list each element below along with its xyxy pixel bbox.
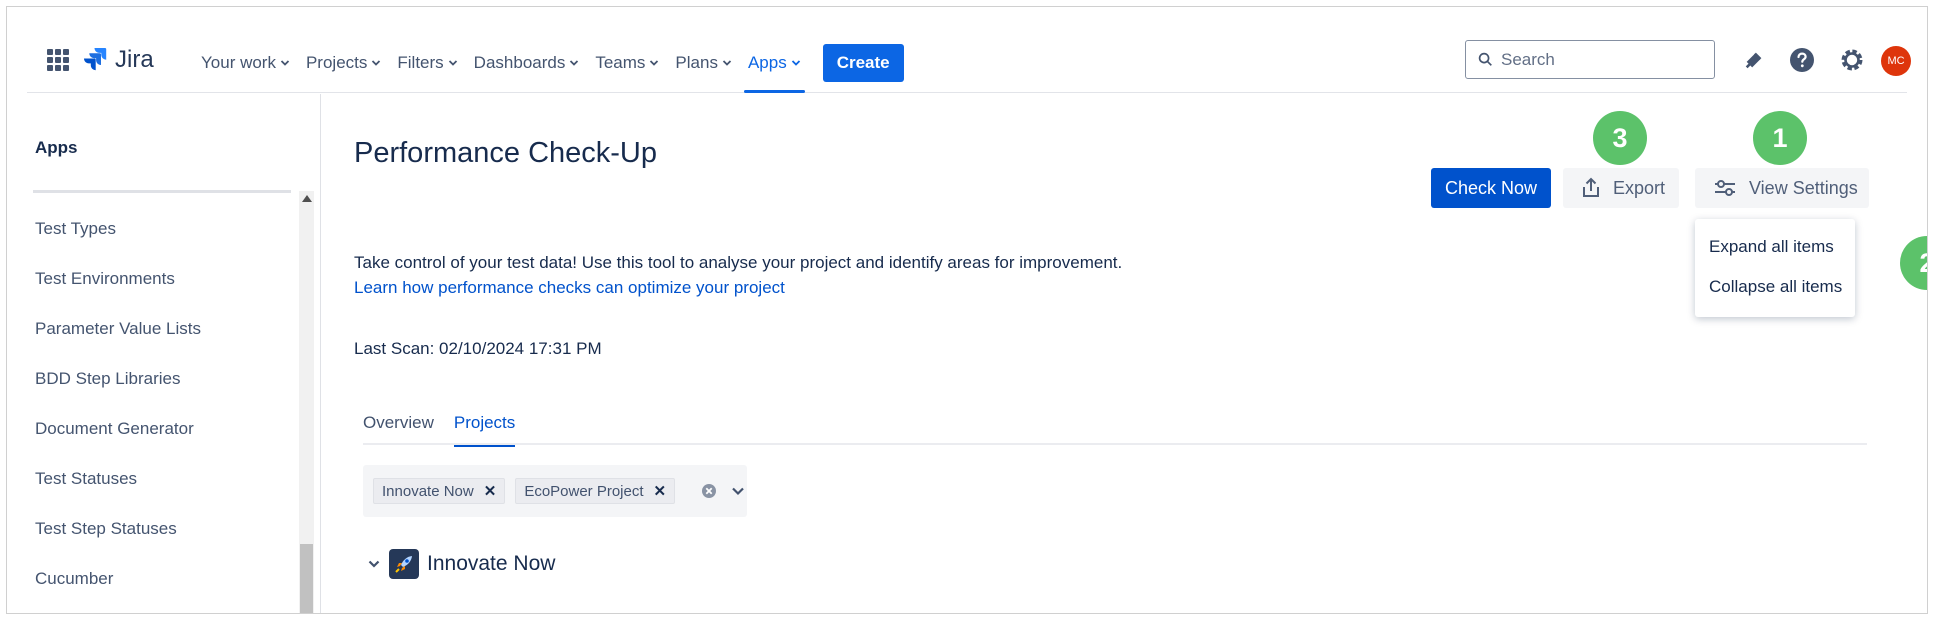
project-name: Innovate Now	[427, 552, 556, 575]
project-avatar	[389, 549, 419, 579]
learn-more-link[interactable]: Learn how performance checks can optimiz…	[354, 275, 1122, 300]
export-label: Export	[1613, 177, 1666, 198]
nav-dashboards[interactable]: Dashboards	[466, 43, 588, 83]
sidebar: Apps Test Types Test Environments Parame…	[21, 94, 321, 613]
callout-badge-1: 1	[1753, 111, 1807, 165]
sidebar-list: Test Types Test Environments Parameter V…	[21, 204, 301, 604]
nav-projects[interactable]: Projects	[298, 43, 389, 83]
logo-text: Jira	[115, 46, 154, 73]
chevron-down-icon	[280, 60, 290, 66]
chevron-down-icon	[722, 60, 732, 66]
divider	[33, 190, 291, 193]
chevron-down-icon	[791, 60, 800, 66]
project-group-header[interactable]: Innovate Now	[367, 547, 555, 581]
nav-label: Your work	[201, 53, 276, 72]
sidebar-item-document-generator[interactable]: Document Generator	[21, 404, 301, 454]
top-navigation: Jira Your work Projects Filters Dashboar…	[27, 7, 1911, 93]
description: Take control of your test data! Use this…	[354, 250, 1122, 300]
view-settings-label: View Settings	[1749, 177, 1858, 198]
sidebar-item-test-types[interactable]: Test Types	[21, 204, 301, 254]
chevron-down-icon	[570, 60, 579, 66]
chevron-down-icon	[448, 60, 457, 66]
jira-logo-icon	[84, 48, 107, 71]
sidebar-item-cucumber[interactable]: Cucumber	[21, 554, 301, 604]
notifications-icon[interactable]	[1741, 47, 1767, 73]
nav-label: Teams	[595, 53, 646, 72]
sidebar-title: Apps	[35, 138, 78, 157]
tab-overview[interactable]: Overview	[363, 407, 434, 445]
avatar[interactable]: MC	[1881, 46, 1911, 76]
primary-nav: Your work Projects Filters Dashboards Te…	[193, 43, 904, 93]
sliders-icon	[1715, 180, 1735, 196]
menu-item-expand-all[interactable]: Expand all items	[1695, 227, 1855, 267]
share-export-icon	[1583, 177, 1599, 197]
project-chip: EcoPower Project ✕	[515, 478, 676, 504]
export-button[interactable]: Export	[1563, 168, 1679, 208]
menu-item-collapse-all[interactable]: Collapse all items	[1695, 267, 1855, 307]
last-scan-text: Last Scan: 02/10/2024 17:31 PM	[354, 339, 602, 358]
search-icon	[1478, 52, 1492, 66]
jira-logo[interactable]: Jira	[83, 45, 154, 75]
app-switcher-icon[interactable]	[47, 49, 69, 71]
chevron-down-icon	[650, 60, 659, 66]
rocket-icon	[395, 556, 412, 573]
sidebar-item-bdd-step-libraries[interactable]: BDD Step Libraries	[21, 354, 301, 404]
callout-badge-3: 3	[1593, 111, 1647, 165]
gear-icon	[1841, 49, 1863, 71]
nav-label: Plans	[675, 53, 718, 72]
nav-apps[interactable]: Apps	[740, 43, 809, 93]
view-settings-button[interactable]: View Settings	[1695, 168, 1869, 208]
app-window: Jira Your work Projects Filters Dashboar…	[6, 6, 1928, 614]
remove-chip-icon[interactable]: ✕	[654, 484, 667, 499]
question-icon	[1790, 48, 1814, 72]
chevron-down-icon[interactable]	[731, 484, 745, 498]
chevron-down-icon	[372, 60, 381, 66]
help-icon[interactable]	[1789, 47, 1815, 73]
check-now-button[interactable]: Check Now	[1431, 168, 1551, 208]
description-text: Take control of your test data! Use this…	[354, 253, 1123, 272]
view-settings-menu: Expand all items Collapse all items	[1695, 219, 1855, 317]
sidebar-item-test-step-statuses[interactable]: Test Step Statuses	[21, 504, 301, 554]
callout-badge-2: 2	[1900, 236, 1927, 290]
nav-label: Projects	[305, 53, 368, 72]
scroll-up-arrow-icon[interactable]	[302, 195, 312, 202]
chevron-down-icon[interactable]	[367, 557, 381, 571]
create-button[interactable]: Create	[822, 44, 904, 82]
sidebar-scrollbar[interactable]	[299, 191, 314, 613]
settings-icon[interactable]	[1839, 47, 1865, 73]
nav-label: Dashboards	[473, 53, 566, 72]
tab-bar: Overview Projects	[363, 407, 1867, 447]
clear-selection-icon[interactable]	[701, 483, 717, 499]
tab-projects[interactable]: Projects	[453, 407, 516, 447]
sidebar-item-test-statuses[interactable]: Test Statuses	[21, 454, 301, 504]
remove-chip-icon[interactable]: ✕	[484, 484, 497, 499]
nav-label: Filters	[397, 53, 444, 72]
search-input[interactable]	[1501, 49, 1701, 70]
sidebar-item-test-environments[interactable]: Test Environments	[21, 254, 301, 304]
chip-label: EcoPower Project	[524, 482, 644, 500]
page-title: Performance Check-Up	[354, 137, 657, 169]
nav-plans[interactable]: Plans	[667, 43, 740, 83]
sidebar-item-parameter-value-lists[interactable]: Parameter Value Lists	[21, 304, 301, 354]
nav-label: Apps	[747, 53, 787, 72]
chip-label: Innovate Now	[382, 482, 474, 500]
scrollbar-thumb[interactable]	[300, 544, 313, 613]
nav-teams[interactable]: Teams	[587, 43, 667, 83]
search-box[interactable]	[1465, 40, 1715, 79]
nav-your-work[interactable]: Your work	[193, 43, 298, 83]
project-multiselect[interactable]: Innovate Now ✕ EcoPower Project ✕	[363, 465, 747, 517]
project-chip: Innovate Now ✕	[373, 478, 506, 504]
megaphone-icon	[1745, 52, 1762, 69]
nav-filters[interactable]: Filters	[389, 43, 465, 83]
